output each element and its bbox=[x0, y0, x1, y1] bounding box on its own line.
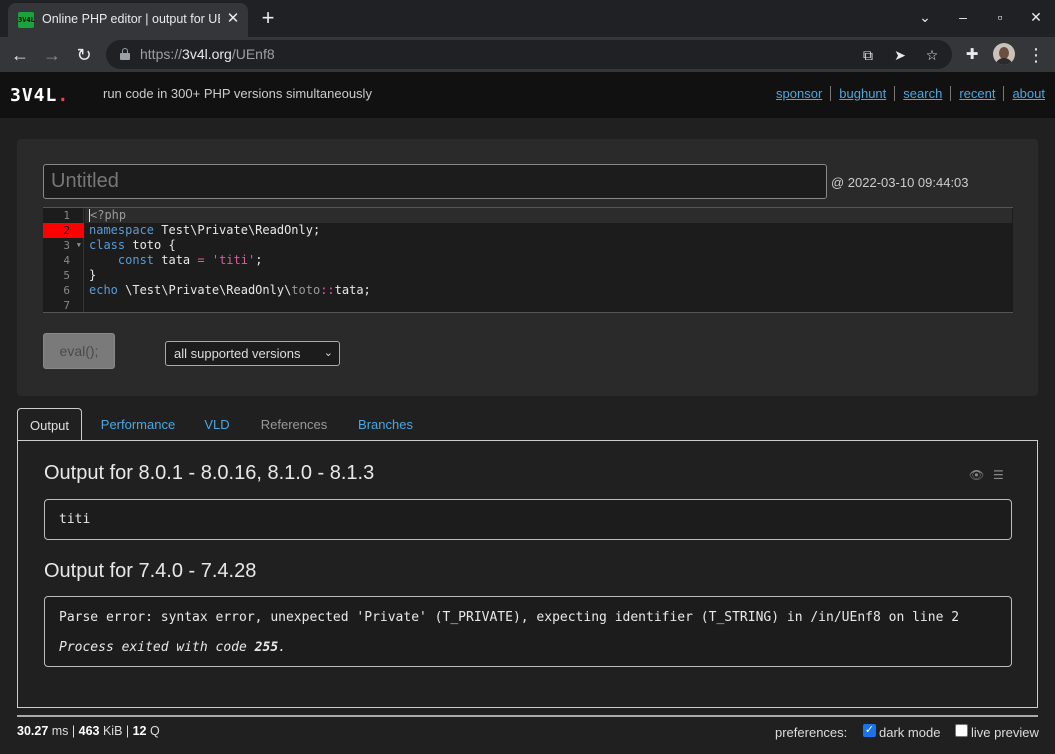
line-number: 6 bbox=[63, 284, 70, 297]
dark-mode-label[interactable]: dark mode bbox=[879, 725, 940, 740]
tab-references[interactable]: References bbox=[254, 408, 334, 441]
send-icon[interactable]: ➤ bbox=[890, 45, 910, 65]
live-preview-label[interactable]: live preview bbox=[971, 725, 1039, 740]
line-gutter: 1 2 3 ▼ 4 5 6 7 bbox=[43, 208, 84, 312]
chevron-down-icon: ⌄ bbox=[323, 347, 333, 359]
tab-search-icon[interactable]: ⌄ bbox=[913, 6, 937, 28]
code-line: <?php bbox=[85, 208, 1012, 223]
line-number-error: 2 bbox=[43, 223, 84, 238]
line-number: 1 bbox=[63, 209, 70, 222]
line-number: 7 bbox=[63, 299, 70, 312]
eval-button[interactable]: eval(); bbox=[43, 333, 115, 369]
favicon-icon: 3V4L bbox=[18, 12, 35, 28]
list-icon[interactable]: ☰ bbox=[993, 468, 1004, 482]
address-bar[interactable]: https://3v4l.org/UEnf8 ⧉ ➤ ☆ bbox=[106, 40, 952, 69]
fold-arrow-icon[interactable]: ▼ bbox=[77, 238, 81, 253]
nav-about[interactable]: about bbox=[1003, 86, 1045, 101]
open-external-icon[interactable]: ⧉ bbox=[858, 45, 878, 65]
output-text: Parse error: syntax error, unexpected 'P… bbox=[59, 610, 960, 625]
nav-search[interactable]: search bbox=[894, 86, 951, 101]
profile-avatar[interactable] bbox=[993, 43, 1015, 65]
line-number: 4 bbox=[63, 254, 70, 267]
menu-kebab-icon[interactable]: ⋮ bbox=[1024, 43, 1048, 67]
dark-mode-checkbox[interactable]: ✓ bbox=[863, 724, 876, 737]
output-heading: Output for 7.4.0 - 7.4.28 bbox=[44, 560, 257, 582]
lock-icon bbox=[120, 48, 130, 60]
bookmark-star-icon[interactable]: ☆ bbox=[922, 45, 942, 65]
tab-vld[interactable]: VLD bbox=[197, 408, 237, 441]
output-block: titi bbox=[44, 499, 1012, 540]
code-line: echo \Test\Private\ReadOnly\toto::tata; bbox=[89, 283, 371, 297]
output-heading: Output for 8.0.1 - 8.0.16, 8.1.0 - 8.1.3 bbox=[44, 462, 375, 484]
output-panel: Output for 8.0.1 - 8.0.16, 8.1.0 - 8.1.3… bbox=[17, 440, 1038, 708]
line-number: 3 ▼ bbox=[63, 238, 81, 253]
minimize-icon[interactable]: – bbox=[951, 6, 975, 28]
timestamp: @ 2022-03-10 09:44:03 bbox=[831, 175, 969, 190]
reload-icon[interactable]: ↻ bbox=[72, 43, 96, 67]
tab-output[interactable]: Output bbox=[17, 408, 82, 442]
extensions-icon[interactable]: ✚ bbox=[960, 43, 984, 67]
maximize-icon[interactable]: ▫ bbox=[988, 6, 1012, 28]
title-input[interactable] bbox=[43, 164, 827, 199]
eye-icon[interactable]: 👁 bbox=[969, 468, 984, 482]
output-block: Parse error: syntax error, unexpected 'P… bbox=[44, 596, 1012, 667]
exit-status: Process exited with code 255. bbox=[59, 640, 286, 655]
perf-stats: 30.27 ms | 463 KiB | 12 Q bbox=[17, 724, 160, 738]
close-window-icon[interactable]: ✕ bbox=[1024, 6, 1048, 28]
tab-performance[interactable]: Performance bbox=[93, 408, 183, 441]
tab-title: Online PHP editor | output for UEnf8 bbox=[42, 12, 220, 26]
nav-bughunt[interactable]: bughunt bbox=[830, 86, 895, 101]
output-text: titi bbox=[59, 512, 91, 527]
code-line: const tata = 'titi'; bbox=[117, 253, 263, 267]
browser-toolbar: ← → ↻ https://3v4l.org/UEnf8 ⧉ ➤ ☆ ✚ ⋮ bbox=[0, 37, 1055, 72]
nav-sponsor[interactable]: sponsor bbox=[768, 86, 830, 101]
close-tab-icon[interactable]: ✕ bbox=[224, 10, 242, 28]
live-preview-checkbox[interactable] bbox=[955, 724, 968, 737]
site-header: 3V4L. run code in 300+ PHP versions simu… bbox=[0, 72, 1055, 118]
code-line: namespace Test\Private\ReadOnly; bbox=[89, 223, 321, 237]
nav-recent[interactable]: recent bbox=[950, 86, 1004, 101]
result-tabs: Output Performance VLD References Branch… bbox=[17, 408, 1038, 442]
divider bbox=[17, 715, 1038, 717]
back-icon[interactable]: ← bbox=[8, 43, 32, 67]
line-number: 5 bbox=[63, 269, 70, 282]
code-editor[interactable]: 1 2 3 ▼ 4 5 6 7 <?php namespace Test\Priv… bbox=[43, 207, 1013, 313]
new-tab-icon[interactable]: + bbox=[258, 7, 278, 29]
forward-icon[interactable]: → bbox=[40, 43, 64, 67]
browser-tabbar: 3V4L Online PHP editor | output for UEnf… bbox=[0, 0, 1055, 37]
site-logo[interactable]: 3V4L. bbox=[10, 85, 69, 106]
tab-branches[interactable]: Branches bbox=[352, 408, 419, 441]
code-line: class toto { bbox=[89, 238, 176, 252]
browser-tab[interactable]: 3V4L Online PHP editor | output for UEnf… bbox=[8, 3, 248, 37]
version-select[interactable]: all supported versions ⌄ bbox=[165, 341, 340, 366]
site-nav: sponsor bughunt search recent about bbox=[768, 86, 1045, 101]
code-line: } bbox=[89, 268, 97, 282]
editor-panel: @ 2022-03-10 09:44:03 1 2 3▼ 4 5 6 7 <?p… bbox=[17, 139, 1038, 396]
site-tagline: run code in 300+ PHP versions simultaneo… bbox=[103, 86, 372, 101]
url-text: https://3v4l.org/UEnf8 bbox=[140, 46, 275, 62]
preferences-label: preferences: bbox=[775, 725, 848, 740]
